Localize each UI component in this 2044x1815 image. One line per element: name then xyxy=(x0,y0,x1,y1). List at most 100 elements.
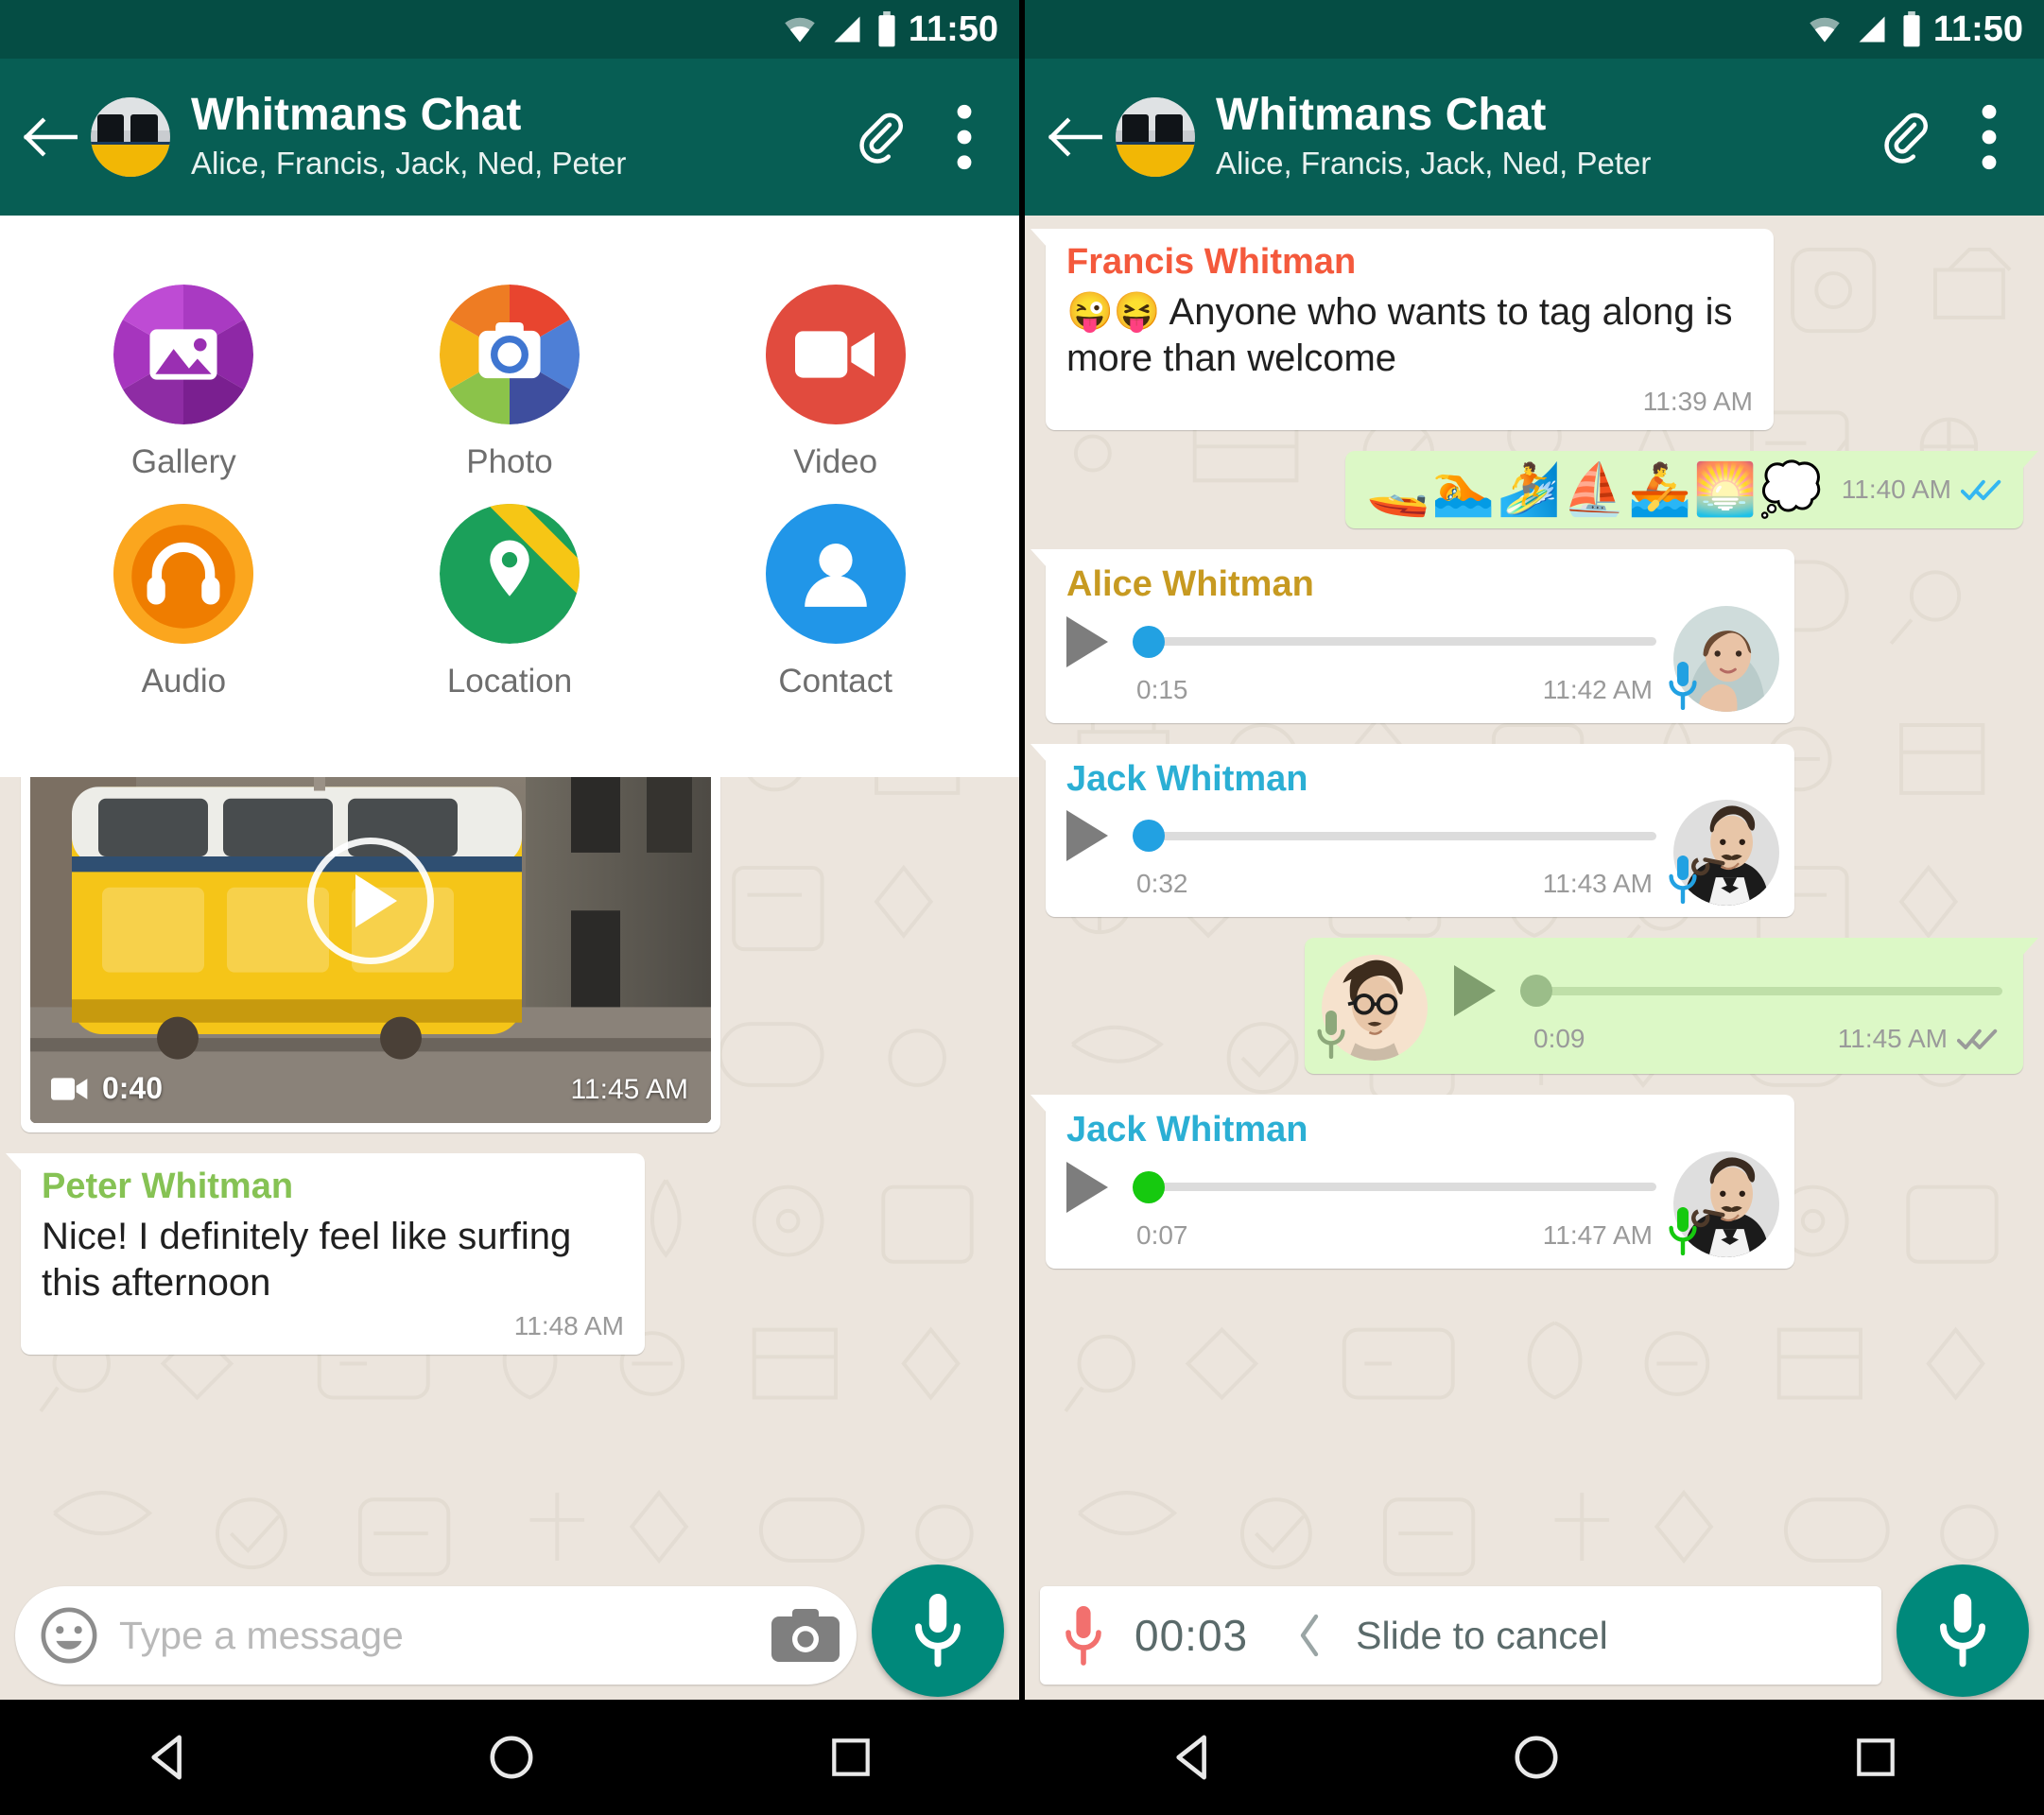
attachment-label: Photo xyxy=(466,443,553,480)
attach-button[interactable] xyxy=(1870,96,1938,178)
seek-track xyxy=(1133,1183,1656,1192)
microphone-recording-icon xyxy=(1065,1606,1101,1666)
voice-record-button[interactable] xyxy=(872,1564,1004,1697)
attach-button[interactable] xyxy=(845,96,913,178)
play-icon[interactable] xyxy=(1454,965,1496,1017)
message-meta: 11:45 AM xyxy=(1838,1024,1999,1054)
attachment-item-video[interactable]: Video xyxy=(672,285,998,481)
audio-player[interactable]: 0:15 11:42 AM xyxy=(1066,605,1779,712)
audio-seek-bar[interactable] xyxy=(1133,820,1656,853)
group-avatar[interactable] xyxy=(91,97,170,177)
double-check-icon xyxy=(1961,479,2001,500)
attachment-item-audio[interactable]: Audio xyxy=(21,504,347,700)
triangle-back-icon[interactable] xyxy=(147,1734,194,1781)
signal-icon xyxy=(834,16,860,43)
message-timestamp: 11:45 AM xyxy=(1837,1024,1948,1054)
audio-message-bubble[interactable]: Jack Whitman xyxy=(1031,743,1794,918)
audio-duration: 0:09 xyxy=(1533,1024,1585,1054)
header-text-block[interactable]: Whitmans Chat Alice, Francis, Jack, Ned,… xyxy=(1216,91,1870,182)
slide-to-cancel-label[interactable]: Slide to cancel xyxy=(1356,1614,1608,1658)
message-row: Jack Whitman xyxy=(1031,1095,2023,1269)
attachment-item-gallery[interactable]: Gallery xyxy=(21,285,347,481)
attachment-label: Video xyxy=(793,443,878,480)
audio-controls: 0:15 11:42 AM xyxy=(1066,611,1656,707)
attachment-panel[interactable]: Gallery Photo Video Audio Location Conta… xyxy=(0,216,1019,777)
triangle-back-icon[interactable] xyxy=(1171,1734,1219,1781)
circle-home-icon[interactable] xyxy=(1513,1734,1560,1781)
seek-track xyxy=(1133,831,1656,840)
audio-meta: 0:15 11:42 AM xyxy=(1066,667,1656,707)
microphone-icon xyxy=(1940,1594,1985,1668)
camera-icon[interactable] xyxy=(771,1608,840,1663)
seek-knob[interactable] xyxy=(1520,975,1552,1008)
chat-title: Whitmans Chat xyxy=(1216,90,1547,141)
audio-seek-bar[interactable] xyxy=(1133,1170,1656,1203)
message-text: Nice! I definitely feel like surfing thi… xyxy=(42,1215,572,1305)
microphone-icon xyxy=(1317,1011,1345,1060)
seek-track xyxy=(1133,637,1656,647)
avatar xyxy=(1669,605,1779,712)
audio-player[interactable]: 0:09 11:45 AM xyxy=(1317,955,2002,1062)
message-timestamp: 11:43 AM xyxy=(1542,869,1653,899)
play-icon[interactable] xyxy=(1066,615,1108,667)
message-row: 🚤🏊🏄⛵🚣🌅💭 11:40 AM xyxy=(1046,450,2038,528)
emoji-message-bubble[interactable]: 🚤🏊🏄⛵🚣🌅💭 11:40 AM xyxy=(1345,450,2038,528)
audio-message-bubble[interactable]: Jack Whitman xyxy=(1031,1095,1794,1269)
audio-player[interactable]: 0:32 11:43 AM xyxy=(1066,800,1779,907)
square-recents-icon[interactable] xyxy=(829,1736,873,1779)
play-circle-icon[interactable] xyxy=(307,838,434,964)
audio-player[interactable]: 0:07 11:47 AM xyxy=(1066,1150,1779,1257)
double-check-icon xyxy=(1957,1029,1998,1050)
text-message-bubble[interactable]: Francis Whitman 😜😝 Anyone who wants to t… xyxy=(1031,229,1774,430)
attachment-item-location[interactable]: Location xyxy=(347,504,673,700)
text-message-bubble[interactable]: Peter Whitman Nice! I definitely feel li… xyxy=(6,1153,645,1355)
status-bar-time: 11:50 xyxy=(908,9,998,49)
battery-icon xyxy=(878,11,895,47)
message-emoji: 😜😝 xyxy=(1066,290,1161,333)
square-recents-icon[interactable] xyxy=(1854,1736,1897,1779)
message-placeholder[interactable]: Type a message xyxy=(119,1614,751,1658)
paperclip-icon xyxy=(859,112,903,164)
audio-controls: 0:09 11:45 AM xyxy=(1454,959,2002,1056)
message-sender-name: Francis Whitman xyxy=(1066,242,1357,282)
overflow-menu-button[interactable] xyxy=(930,96,998,178)
message-row: Jack Whitman xyxy=(1031,743,2023,918)
tram-avatar-art xyxy=(91,97,170,177)
video-duration: 0:40 xyxy=(51,1071,163,1106)
audio-message-bubble[interactable]: Alice Whitman 0:15 11:42 AM xyxy=(1031,548,1794,723)
circle-home-icon[interactable] xyxy=(488,1734,535,1781)
header-text-block[interactable]: Whitmans Chat Alice, Francis, Jack, Ned,… xyxy=(191,91,845,182)
camera-icon xyxy=(439,285,580,424)
audio-play-row xyxy=(1066,804,1656,862)
voice-record-button[interactable] xyxy=(1897,1564,2029,1697)
recording-status-bar: 00:03 Slide to cancel xyxy=(1040,1586,1881,1685)
overflow-menu-button[interactable] xyxy=(1955,96,2023,178)
audio-seek-bar[interactable] xyxy=(1133,625,1656,658)
message-timestamp: 11:48 AM xyxy=(513,1310,624,1340)
smiley-icon[interactable] xyxy=(40,1606,98,1665)
play-icon[interactable] xyxy=(1066,810,1108,862)
headphones-icon xyxy=(113,504,254,644)
paperclip-icon xyxy=(1884,112,1928,164)
seek-knob[interactable] xyxy=(1133,625,1165,658)
seek-knob[interactable] xyxy=(1133,820,1165,853)
video-timestamp: 11:45 AM xyxy=(570,1074,688,1105)
more-vertical-icon xyxy=(1982,104,1997,170)
status-bar-time: 11:50 xyxy=(1932,9,2023,49)
attachment-label: Audio xyxy=(141,663,227,700)
play-icon[interactable] xyxy=(1066,1161,1108,1213)
audio-seek-bar[interactable] xyxy=(1520,975,2002,1008)
attachment-item-photo[interactable]: Photo xyxy=(347,285,673,481)
message-meta: 11:40 AM xyxy=(1842,475,2002,505)
attachment-item-contact[interactable]: Contact xyxy=(672,504,998,700)
message-sender-name: Peter Whitman xyxy=(42,1167,294,1206)
audio-play-row xyxy=(1066,1156,1656,1213)
status-bar-left: 11:50 xyxy=(0,0,1019,59)
group-avatar[interactable] xyxy=(1116,97,1195,177)
back-button[interactable] xyxy=(1038,100,1112,174)
audio-meta: 0:07 11:47 AM xyxy=(1066,1213,1656,1253)
seek-knob[interactable] xyxy=(1133,1170,1165,1203)
message-input-field[interactable]: Type a message xyxy=(15,1586,857,1685)
audio-message-bubble[interactable]: 0:09 11:45 AM xyxy=(1305,938,2038,1075)
back-button[interactable] xyxy=(13,100,87,174)
